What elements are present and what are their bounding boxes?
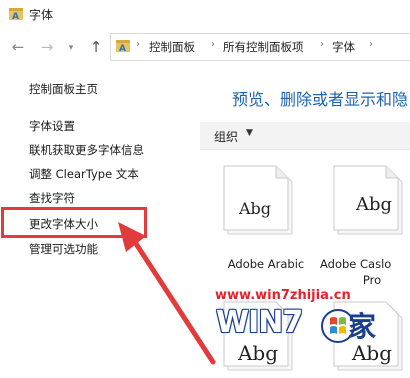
- window-title: 字体: [29, 8, 54, 22]
- address-bar[interactable]: A › 控制面板 › 所有控制面板项 › 字体 ›: [110, 33, 410, 61]
- font-name-label-line2: Pro: [362, 273, 382, 287]
- breadcrumb-all-items[interactable]: 所有控制面板项: [223, 39, 304, 55]
- font-tile-adobe-caslon[interactable]: Abg: [328, 164, 410, 242]
- fonts-folder-icon: A: [9, 8, 23, 21]
- title-bar: A 字体: [0, 0, 410, 28]
- font-file-icon: Abg: [333, 165, 403, 235]
- fonts-folder-icon: A: [116, 40, 130, 53]
- breadcrumb-separator-icon[interactable]: ›: [211, 39, 215, 50]
- breadcrumb-separator-icon[interactable]: ›: [320, 39, 324, 50]
- font-name-label: Adobe Arabic: [227, 257, 305, 271]
- navigation-bar: ← → ▾ ↑ A › 控制面板 › 所有控制面板项 › 字体 ›: [0, 30, 410, 64]
- font-tile-adobe-arabic[interactable]: Abg: [218, 164, 306, 242]
- organize-button[interactable]: 组织: [214, 128, 238, 145]
- sidebar-item-adjust-cleartype[interactable]: 调整 ClearType 文本: [29, 166, 139, 182]
- sidebar-item-find-character[interactable]: 查找字符: [29, 190, 75, 206]
- recent-locations-chevron-icon[interactable]: ▾: [62, 39, 80, 57]
- sidebar-item-manage-optional-features[interactable]: 管理可选功能: [29, 241, 98, 257]
- font-sample-text: Abg: [355, 194, 392, 215]
- command-bar: 组织 ▼: [200, 122, 410, 150]
- sidebar-item-get-font-info-online[interactable]: 联机获取更多字体信息: [29, 142, 144, 158]
- font-name-label: Adobe Caslo: [320, 257, 392, 271]
- watermark-logo-text: WIN7: [216, 305, 303, 340]
- highlight-annotation-box: [1, 207, 147, 238]
- breadcrumb-separator-icon[interactable]: ›: [136, 39, 140, 50]
- svg-text:A: A: [12, 12, 19, 21]
- page-heading: 预览、删除或者显示和隐: [232, 90, 409, 109]
- sidebar-item-font-settings[interactable]: 字体设置: [29, 118, 75, 134]
- up-arrow-icon[interactable]: ↑: [87, 38, 105, 56]
- breadcrumb-fonts[interactable]: 字体: [332, 39, 355, 55]
- watermark-logo-suffix: 家: [348, 310, 377, 343]
- breadcrumb-control-panel[interactable]: 控制面板: [149, 39, 195, 55]
- font-sample-text: Abg: [238, 199, 271, 218]
- font-file-icon: Abg: [223, 165, 293, 235]
- breadcrumb-separator-icon[interactable]: ›: [369, 39, 373, 50]
- watermark-url: www.win7zhijia.cn: [215, 288, 351, 303]
- back-arrow-icon[interactable]: ←: [9, 38, 27, 56]
- organize-dropdown-caret-icon[interactable]: ▼: [246, 128, 253, 138]
- sidebar-item-control-panel-home[interactable]: 控制面板主页: [29, 81, 98, 97]
- forward-arrow-icon[interactable]: →: [38, 38, 56, 56]
- svg-text:A: A: [119, 44, 126, 53]
